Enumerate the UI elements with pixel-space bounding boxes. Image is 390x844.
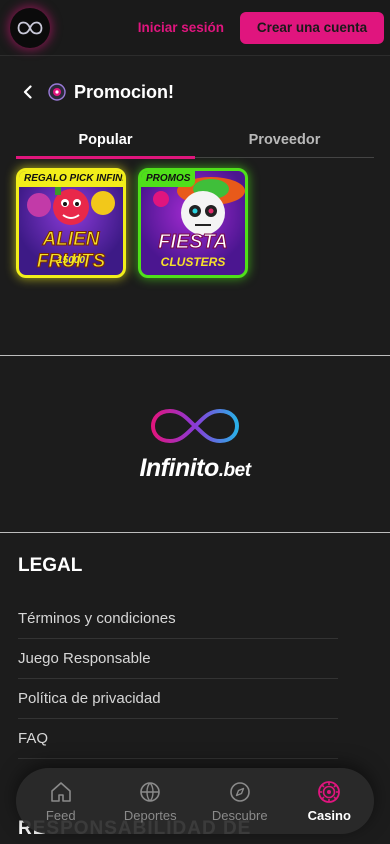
bottom-navigation: Feed Deportes Descubre Casino	[16, 768, 374, 834]
casino-chip-icon	[318, 780, 341, 803]
promo-icon	[48, 83, 66, 101]
nav-descubre[interactable]: Descubre	[195, 780, 285, 823]
footer-brand: Infinito.bet	[0, 356, 390, 532]
divider	[0, 355, 390, 356]
home-icon	[50, 781, 71, 802]
brand-suffix: .bet	[218, 459, 251, 481]
privacy-policy-link[interactable]: Política de privacidad	[18, 679, 338, 719]
nav-casino[interactable]: Casino	[285, 780, 375, 823]
game-subtitle: 15000	[57, 255, 85, 266]
game-title: ALIEN FRUITS	[36, 229, 106, 273]
game-badge: PROMOS	[141, 171, 196, 187]
game-card-fiesta-clusters[interactable]: PROMOS FIESTA CLUSTERS	[138, 168, 248, 278]
nav-feed[interactable]: Feed	[16, 780, 106, 823]
tab-bar: Popular Proveedor	[16, 128, 374, 159]
game-card-alien-fruits[interactable]: REGALO PICK INFINITO ALIEN FRUITS 15000	[16, 168, 126, 278]
responsible-gaming-link[interactable]: Juego Responsable	[18, 639, 338, 679]
tab-proveedor[interactable]: Proveedor	[195, 128, 374, 157]
compass-icon	[229, 781, 250, 802]
nav-deportes[interactable]: Deportes	[106, 780, 196, 823]
top-header: Iniciar sesión Crear una cuenta	[0, 0, 390, 56]
page-title-row: Promocion!	[0, 56, 390, 128]
nav-label: Descubre	[211, 807, 268, 823]
tab-popular[interactable]: Popular	[16, 128, 195, 159]
nav-label: Feed	[45, 807, 76, 823]
brand-wordmark: Infinito.bet	[139, 453, 251, 483]
game-badge: REGALO PICK INFINITO	[19, 171, 123, 187]
infinity-logo-icon	[150, 408, 240, 443]
legal-section: LEGAL Términos y condiciones Juego Respo…	[0, 533, 390, 759]
back-button[interactable]	[18, 82, 38, 102]
nav-label: Casino	[307, 807, 351, 823]
infinity-icon	[17, 21, 43, 34]
game-title: FIESTA	[158, 231, 229, 254]
game-grid: REGALO PICK INFINITO ALIEN FRUITS 15000 …	[0, 168, 390, 278]
terms-link[interactable]: Términos y condiciones	[18, 599, 338, 639]
faq-link[interactable]: FAQ	[18, 719, 338, 759]
nav-label: Deportes	[123, 807, 177, 823]
login-link[interactable]: Iniciar sesión	[138, 20, 224, 35]
page-title: Promocion!	[74, 81, 175, 102]
chevron-left-icon	[23, 85, 32, 99]
game-subtitle: CLUSTERS	[160, 255, 226, 269]
register-button[interactable]: Crear una cuenta	[240, 11, 384, 44]
legal-heading: LEGAL	[18, 555, 83, 576]
brand-name: Infinito	[139, 453, 219, 482]
divider	[0, 532, 390, 533]
logo[interactable]	[10, 7, 50, 48]
sports-ball-icon	[140, 781, 161, 802]
